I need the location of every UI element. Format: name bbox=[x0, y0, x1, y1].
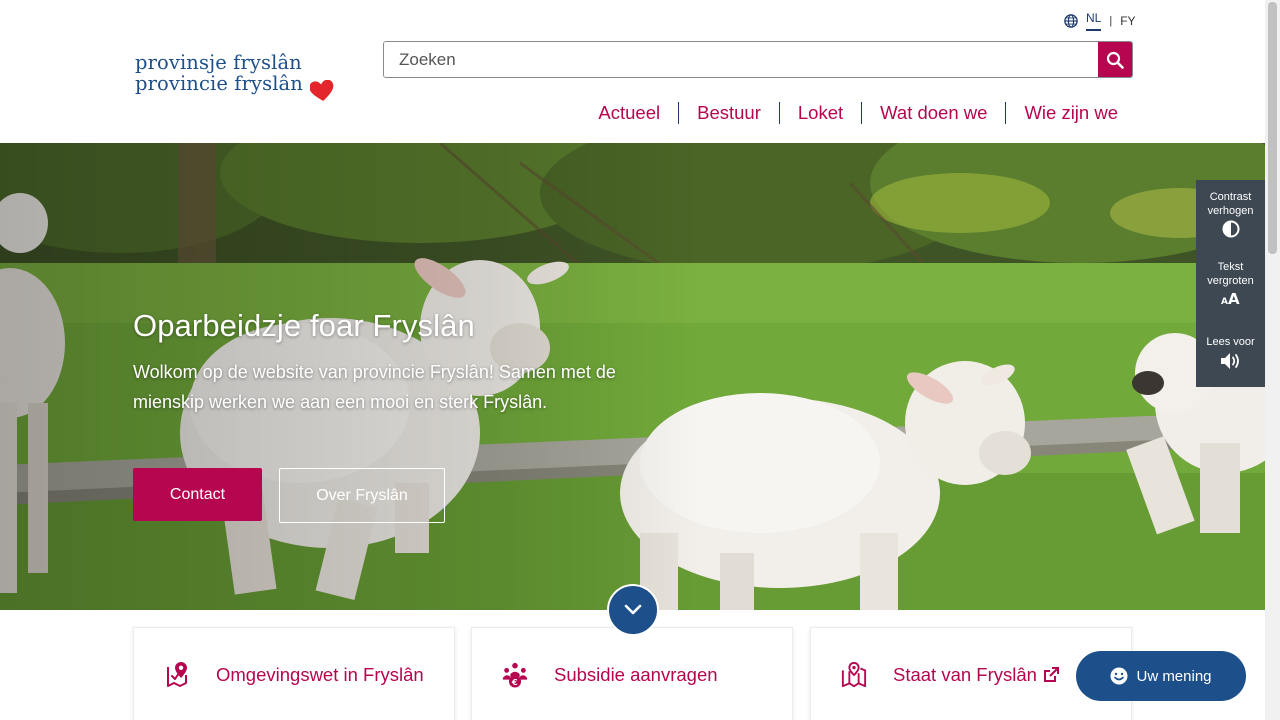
logo-line-frisian: provinsje fryslân bbox=[135, 51, 302, 74]
external-link-icon bbox=[1043, 667, 1059, 682]
over-fryslan-button[interactable]: Over Fryslân bbox=[279, 468, 445, 523]
text-size-toggle[interactable]: Tekst vergroten A A bbox=[1196, 260, 1265, 306]
read-aloud-label: Lees voor bbox=[1206, 336, 1255, 348]
hero-banner: Oparbeidzje foar Fryslân Wolkom op de we… bbox=[0, 143, 1265, 610]
contact-button[interactable]: Contact bbox=[133, 468, 262, 521]
feedback-label: Uw mening bbox=[1136, 667, 1212, 685]
card-content: Staat van Fryslân bbox=[841, 661, 1059, 689]
nav-item-wie-zijn-we[interactable]: Wie zijn we bbox=[1005, 102, 1118, 124]
language-nl[interactable]: NL bbox=[1086, 11, 1102, 31]
nav-item-wat-doen-we[interactable]: Wat doen we bbox=[861, 102, 1005, 124]
page: NL | FY provinsje fryslân provincie frys… bbox=[0, 0, 1280, 720]
search-input[interactable] bbox=[384, 42, 1098, 77]
search-icon bbox=[1106, 51, 1124, 69]
card-label: Subsidie aanvragen bbox=[554, 664, 718, 685]
contrast-icon bbox=[1222, 220, 1239, 238]
chevron-down-icon bbox=[624, 604, 642, 615]
main-navigation: Actueel Bestuur Loket Wat doen we Wie zi… bbox=[580, 102, 1118, 124]
nav-item-loket[interactable]: Loket bbox=[778, 102, 861, 124]
nav-item-actueel[interactable]: Actueel bbox=[580, 102, 678, 124]
card-content: € Subsidie aanvragen bbox=[502, 661, 718, 689]
card-label: Omgevingswet in Fryslân bbox=[216, 664, 424, 685]
scroll-down-button[interactable] bbox=[607, 584, 659, 636]
feedback-button[interactable]: Uw mening bbox=[1076, 651, 1246, 701]
heart-logo-icon bbox=[310, 80, 334, 101]
language-fy[interactable]: FY bbox=[1120, 14, 1135, 28]
accessibility-panel: Contrast verhogen Tekst vergroten A A Le… bbox=[1196, 180, 1265, 387]
search-bar bbox=[383, 41, 1133, 78]
page-scrollbar[interactable] bbox=[1265, 0, 1280, 720]
svg-text:A: A bbox=[1228, 290, 1240, 306]
nav-item-bestuur[interactable]: Bestuur bbox=[678, 102, 779, 124]
card-omgevingswet[interactable]: Omgevingswet in Fryslân bbox=[133, 627, 455, 720]
card-subsidie[interactable]: € Subsidie aanvragen bbox=[471, 627, 793, 720]
site-logo[interactable]: provinsje fryslân provincie fryslân bbox=[135, 52, 335, 102]
language-switcher: NL | FY bbox=[1064, 11, 1136, 31]
text-size-icon: A A bbox=[1221, 290, 1240, 306]
logo-line-dutch: provincie fryslân bbox=[135, 72, 303, 95]
smiley-icon bbox=[1110, 667, 1128, 685]
read-aloud-toggle[interactable]: Lees voor bbox=[1196, 335, 1265, 371]
contrast-toggle[interactable]: Contrast verhogen bbox=[1196, 190, 1265, 238]
text-size-label: Tekst vergroten bbox=[1207, 261, 1254, 287]
card-content: Omgevingswet in Fryslân bbox=[164, 661, 424, 689]
people-euro-icon: € bbox=[502, 662, 528, 688]
hero-text: Wolkom op de website van provincie Frysl… bbox=[133, 362, 616, 412]
svg-text:€: € bbox=[511, 677, 518, 687]
globe-icon bbox=[1064, 14, 1078, 28]
search-button[interactable] bbox=[1098, 42, 1132, 77]
contrast-label: Contrast verhogen bbox=[1207, 191, 1254, 217]
site-header: NL | FY provinsje fryslân provincie frys… bbox=[0, 0, 1265, 143]
hero-title: Oparbeidzje foar Fryslân bbox=[133, 308, 475, 343]
map-pin-check-icon bbox=[167, 662, 187, 687]
card-label: Staat van Fryslân bbox=[893, 664, 1037, 685]
svg-text:A: A bbox=[1221, 297, 1228, 306]
scrollbar-thumb[interactable] bbox=[1268, 2, 1277, 254]
map-book-icon bbox=[841, 661, 867, 688]
language-separator: | bbox=[1109, 15, 1113, 27]
speaker-icon bbox=[1220, 353, 1239, 369]
